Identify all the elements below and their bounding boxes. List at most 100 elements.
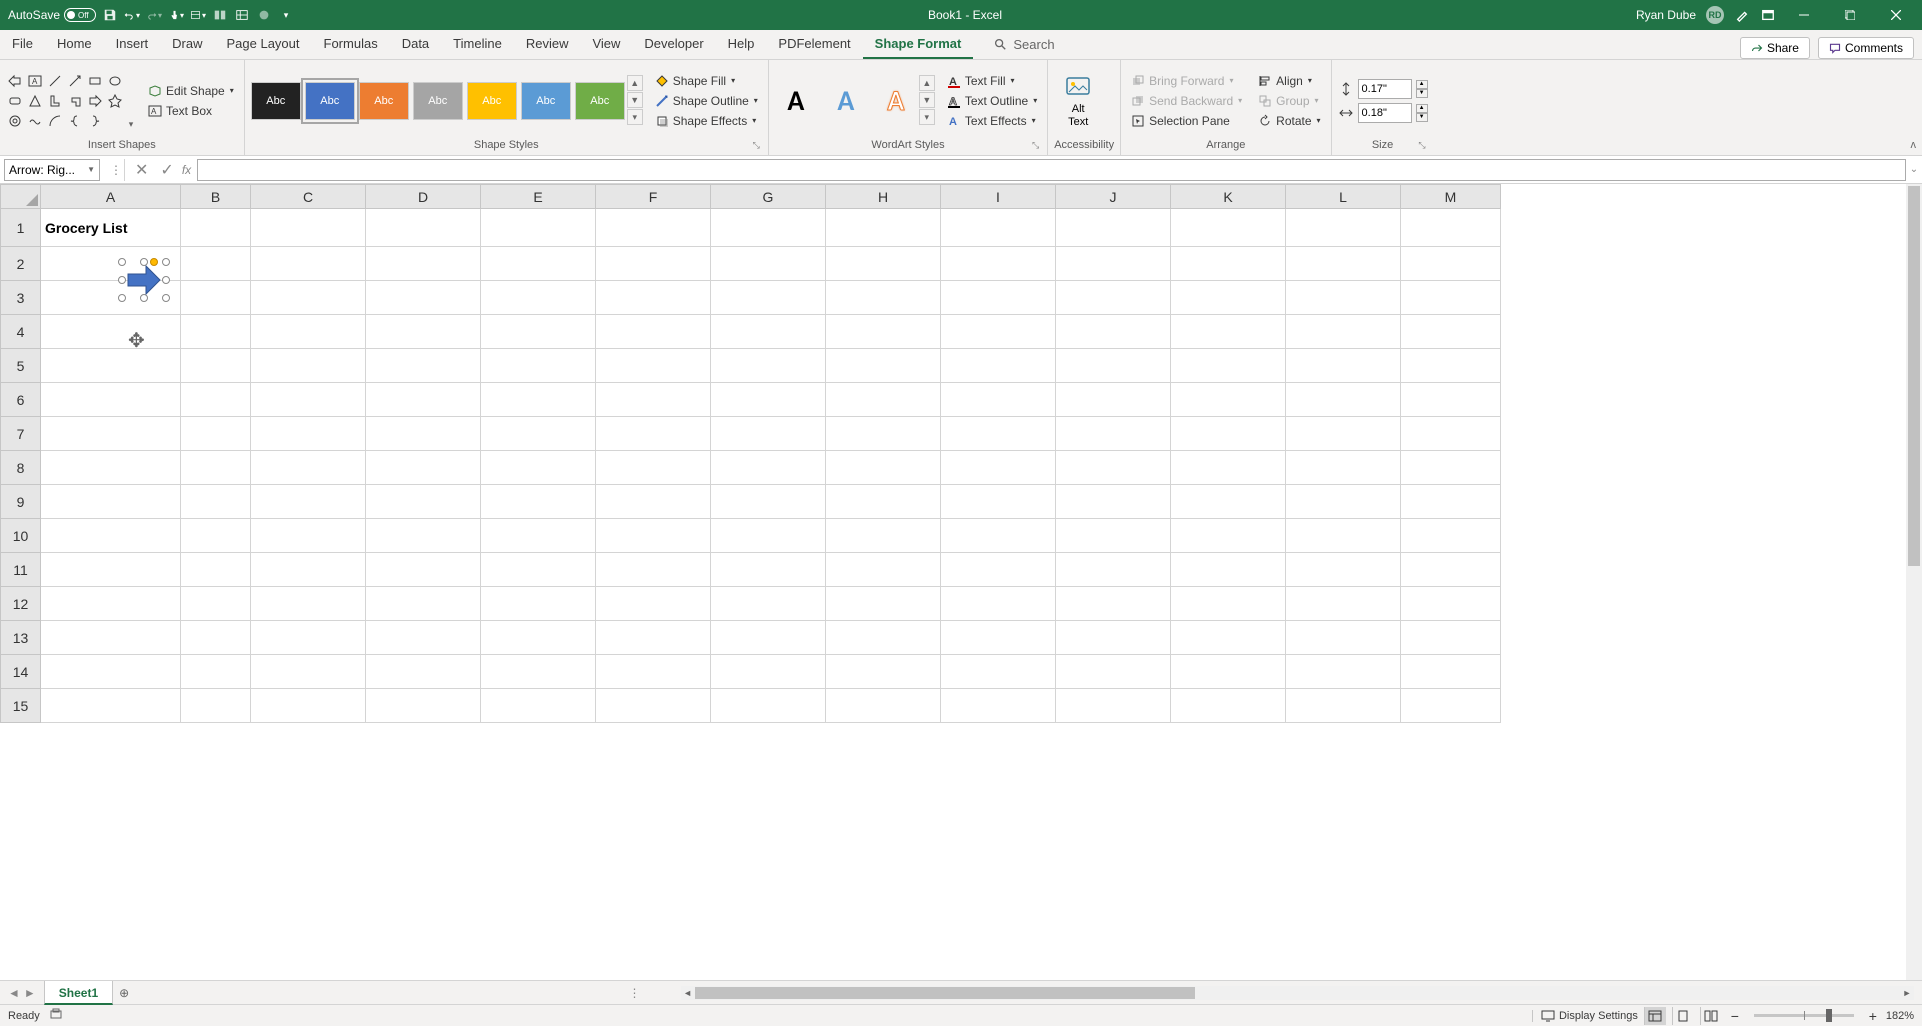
cell-D11[interactable] (366, 553, 481, 587)
cell-K8[interactable] (1171, 451, 1286, 485)
cell-M10[interactable] (1401, 519, 1501, 553)
spreadsheet-grid[interactable]: ABCDEFGHIJKLM1Grocery List23456789101112… (0, 184, 1922, 980)
cell-E11[interactable] (481, 553, 596, 587)
cell-F15[interactable] (596, 689, 711, 723)
gallery-more-icon[interactable]: ▾ (627, 109, 643, 125)
close-button[interactable] (1878, 1, 1914, 29)
cell-D10[interactable] (366, 519, 481, 553)
user-avatar[interactable]: RD (1706, 6, 1724, 24)
cell-C9[interactable] (251, 485, 366, 519)
undo-icon[interactable]: ▾ (124, 7, 140, 23)
cell-L4[interactable] (1286, 315, 1401, 349)
col-header-J[interactable]: J (1056, 185, 1171, 209)
cell-G7[interactable] (711, 417, 826, 451)
hscroll-left-icon[interactable]: ◄ (681, 988, 695, 998)
cell-H10[interactable] (826, 519, 941, 553)
col-header-K[interactable]: K (1171, 185, 1286, 209)
cell-H5[interactable] (826, 349, 941, 383)
shape-style-1[interactable]: Abc (251, 82, 301, 120)
align-button[interactable]: Align▾ (1254, 72, 1324, 90)
view-normal-icon[interactable] (1644, 1007, 1666, 1025)
shape-height-input[interactable] (1358, 79, 1412, 99)
cell-I13[interactable] (941, 621, 1056, 655)
wordart-style-3[interactable]: A (875, 80, 917, 122)
rotate-button[interactable]: Rotate▾ (1254, 112, 1324, 130)
maximize-button[interactable] (1832, 1, 1868, 29)
cell-B15[interactable] (181, 689, 251, 723)
cell-J3[interactable] (1056, 281, 1171, 315)
cell-J14[interactable] (1056, 655, 1171, 689)
resize-handle-se[interactable] (162, 294, 170, 302)
cell-A4[interactable] (41, 315, 181, 349)
shape-rect-icon[interactable] (86, 72, 104, 90)
cell-B1[interactable] (181, 209, 251, 247)
cell-I3[interactable] (941, 281, 1056, 315)
cell-G4[interactable] (711, 315, 826, 349)
row-header-14[interactable]: 14 (1, 655, 41, 689)
qat-icon-1[interactable]: ▾ (190, 7, 206, 23)
zoom-level[interactable]: 182% (1886, 1010, 1914, 1022)
shape-fill-button[interactable]: Shape Fill▾ (651, 72, 762, 90)
cell-H13[interactable] (826, 621, 941, 655)
shape-donut-icon[interactable] (6, 112, 24, 130)
cell-K12[interactable] (1171, 587, 1286, 621)
cancel-formula-icon[interactable]: ✕ (135, 160, 148, 180)
cell-J11[interactable] (1056, 553, 1171, 587)
cell-C6[interactable] (251, 383, 366, 417)
cell-D5[interactable] (366, 349, 481, 383)
cell-C14[interactable] (251, 655, 366, 689)
ribbon-display-icon[interactable] (1760, 7, 1776, 23)
cell-A15[interactable] (41, 689, 181, 723)
cell-D4[interactable] (366, 315, 481, 349)
cell-J13[interactable] (1056, 621, 1171, 655)
cell-B11[interactable] (181, 553, 251, 587)
horizontal-scrollbar[interactable]: ◄ ► (681, 986, 1914, 1000)
cell-J12[interactable] (1056, 587, 1171, 621)
row-header-10[interactable]: 10 (1, 519, 41, 553)
edit-shape-button[interactable]: Edit Shape▾ (144, 82, 238, 100)
cell-K7[interactable] (1171, 417, 1286, 451)
cell-D7[interactable] (366, 417, 481, 451)
cell-F1[interactable] (596, 209, 711, 247)
tab-formulas[interactable]: Formulas (312, 29, 390, 59)
zoom-out-button[interactable]: − (1728, 1008, 1742, 1024)
shape-line-icon[interactable] (46, 72, 64, 90)
shapes-dropdown[interactable]: ▾ (124, 72, 138, 130)
cell-J2[interactable] (1056, 247, 1171, 281)
hscroll-thumb[interactable] (695, 987, 1195, 999)
cell-J8[interactable] (1056, 451, 1171, 485)
cell-D13[interactable] (366, 621, 481, 655)
cell-C7[interactable] (251, 417, 366, 451)
wordart-down-icon[interactable]: ▼ (919, 92, 935, 108)
cell-L6[interactable] (1286, 383, 1401, 417)
cell-M4[interactable] (1401, 315, 1501, 349)
cell-F13[interactable] (596, 621, 711, 655)
cell-M9[interactable] (1401, 485, 1501, 519)
tab-view[interactable]: View (580, 29, 632, 59)
cell-H12[interactable] (826, 587, 941, 621)
cell-M5[interactable] (1401, 349, 1501, 383)
sheet-nav-prev-icon[interactable]: ◄ (8, 986, 20, 1000)
tab-home[interactable]: Home (45, 29, 104, 59)
view-page-layout-icon[interactable] (1672, 1007, 1694, 1025)
col-header-M[interactable]: M (1401, 185, 1501, 209)
cell-C4[interactable] (251, 315, 366, 349)
qat-icon-2[interactable] (212, 7, 228, 23)
share-button[interactable]: Share (1740, 37, 1810, 59)
cell-G2[interactable] (711, 247, 826, 281)
resize-handle-e[interactable] (162, 276, 170, 284)
cell-A6[interactable] (41, 383, 181, 417)
cell-G13[interactable] (711, 621, 826, 655)
vscroll-thumb[interactable] (1908, 186, 1920, 566)
cell-L12[interactable] (1286, 587, 1401, 621)
wordart-more-icon[interactable]: ▾ (919, 109, 935, 125)
view-page-break-icon[interactable] (1700, 1007, 1722, 1025)
tab-help[interactable]: Help (716, 29, 767, 59)
cell-E9[interactable] (481, 485, 596, 519)
text-fill-button[interactable]: AText Fill▾ (943, 72, 1041, 90)
cell-B5[interactable] (181, 349, 251, 383)
cell-E15[interactable] (481, 689, 596, 723)
cell-E2[interactable] (481, 247, 596, 281)
cell-F5[interactable] (596, 349, 711, 383)
cell-C5[interactable] (251, 349, 366, 383)
